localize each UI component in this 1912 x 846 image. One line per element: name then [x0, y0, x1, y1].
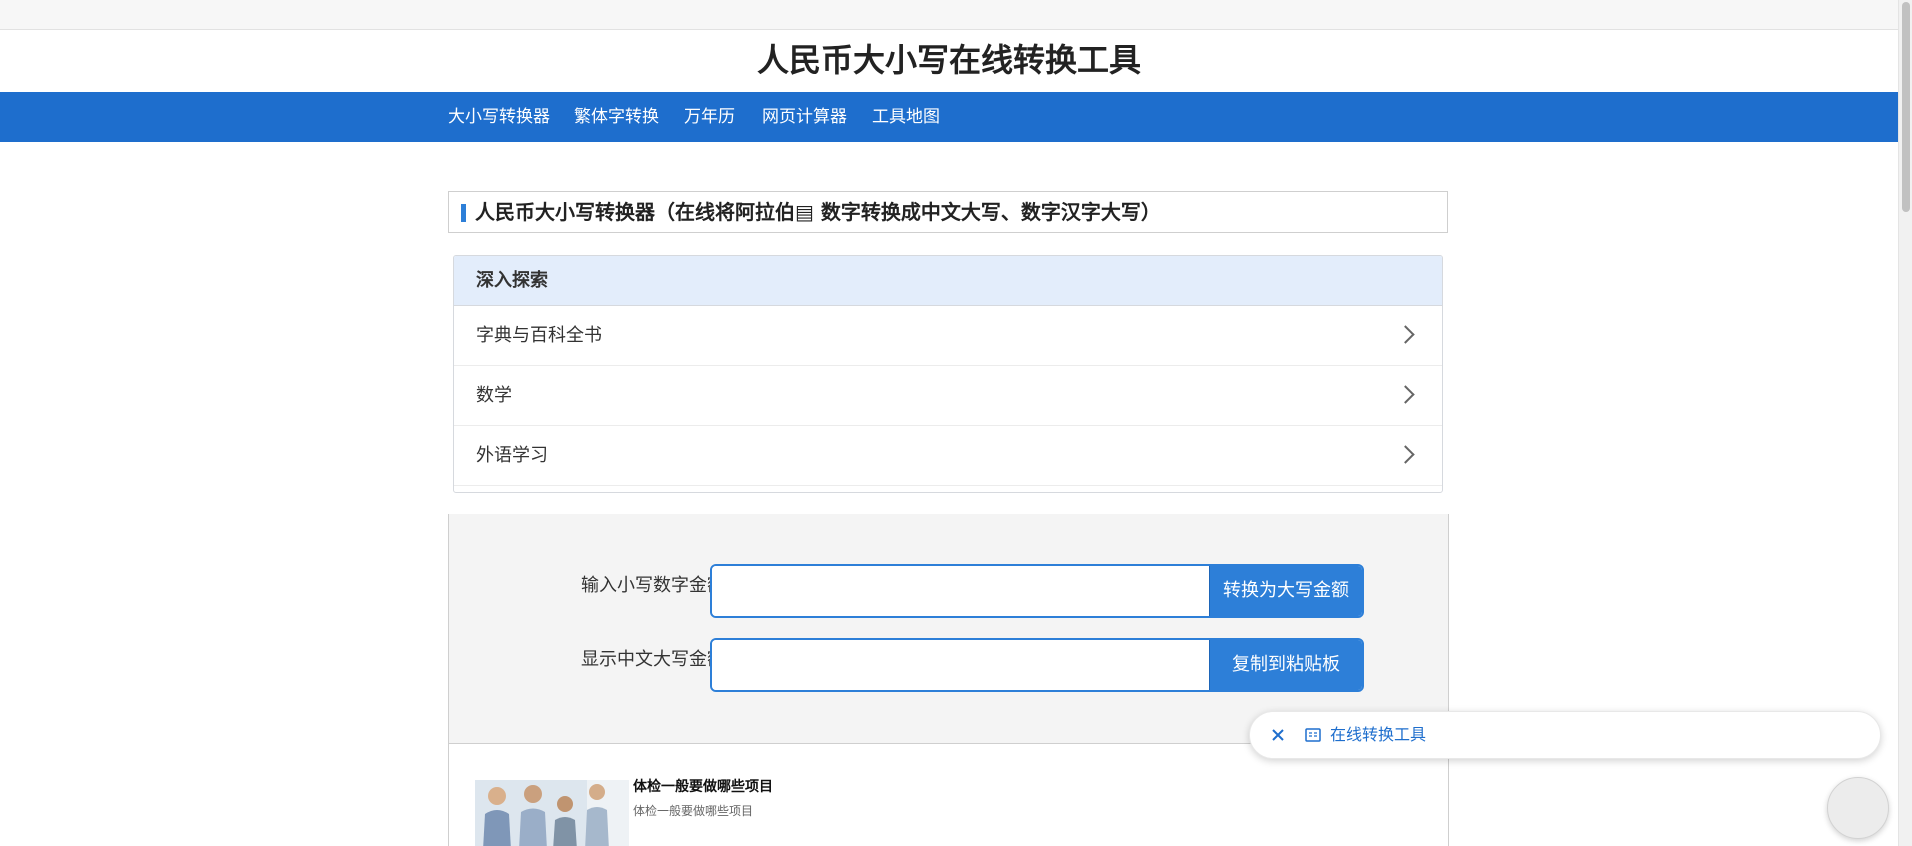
output-amount-group: 复制到粘贴板 — [710, 638, 1364, 692]
heading-accent-bar — [461, 204, 466, 222]
explore-item-dictionary[interactable]: 字典与百科全书 — [454, 306, 1442, 366]
explore-title: 深入探索 — [454, 256, 1442, 306]
page-heading: 人民币大小写转换器（在线将阿拉伯▤ 数字转换成中文大写、数字汉字大写） — [475, 200, 1161, 224]
page-heading-box: 人民币大小写转换器（在线将阿拉伯▤ 数字转换成中文大写、数字汉字大写） — [448, 191, 1448, 233]
floating-action-button[interactable] — [1827, 777, 1889, 839]
close-icon[interactable] — [1270, 726, 1286, 744]
explore-item-math[interactable]: 数学 — [454, 366, 1442, 426]
article-subtitle: 体检一般要做哪些项目 — [633, 804, 754, 818]
article-thumbnail — [475, 780, 629, 846]
convert-button[interactable]: 转换为大写金额 — [1209, 566, 1362, 616]
floating-toolbar: 在线转换工具 — [1249, 711, 1881, 759]
vertical-scrollbar[interactable] — [1898, 0, 1912, 846]
main-nav: 大小写转换器 繁体字转换 万年历 网页计算器 工具地图 — [0, 92, 1898, 142]
article-card[interactable]: 体检一般要做哪些项目 体检一般要做哪些项目 — [448, 744, 1449, 846]
explore-panel: 深入探索 字典与百科全书 数学 外语学习 — [453, 255, 1443, 493]
nav-item-traditional[interactable]: 繁体字转换 — [574, 92, 659, 142]
explore-item-label: 数学 — [476, 385, 512, 406]
input-amount-group: 转换为大写金额 — [710, 564, 1364, 618]
copy-button[interactable]: 复制到粘贴板 — [1209, 640, 1362, 690]
chevron-right-icon — [1396, 325, 1415, 344]
chevron-right-icon — [1396, 385, 1415, 404]
result-field[interactable] — [712, 640, 1210, 690]
amount-input[interactable] — [712, 566, 1210, 616]
explore-item-language[interactable]: 外语学习 — [454, 426, 1442, 486]
tool-icon — [1305, 728, 1321, 742]
nav-item-converter[interactable]: 大小写转换器 — [448, 92, 550, 142]
nav-item-calculator[interactable]: 网页计算器 — [762, 92, 847, 142]
chevron-right-icon — [1396, 445, 1415, 464]
scrollbar-thumb[interactable] — [1902, 2, 1910, 212]
nav-item-sitemap[interactable]: 工具地图 — [872, 92, 940, 142]
browser-top-strip — [0, 0, 1898, 30]
explore-item-label: 外语学习 — [476, 445, 548, 466]
nav-item-calendar[interactable]: 万年历 — [684, 92, 735, 142]
online-tools-link[interactable]: 在线转换工具 — [1330, 712, 1426, 758]
article-title[interactable]: 体检一般要做哪些项目 — [633, 776, 773, 796]
site-title: 人民币大小写在线转换工具 — [756, 41, 1141, 79]
explore-item-label: 字典与百科全书 — [476, 325, 602, 346]
converter-panel: 输入小写数字金额： 转换为大写金额 显示中文大写金额： 复制到粘贴板 — [448, 514, 1449, 744]
